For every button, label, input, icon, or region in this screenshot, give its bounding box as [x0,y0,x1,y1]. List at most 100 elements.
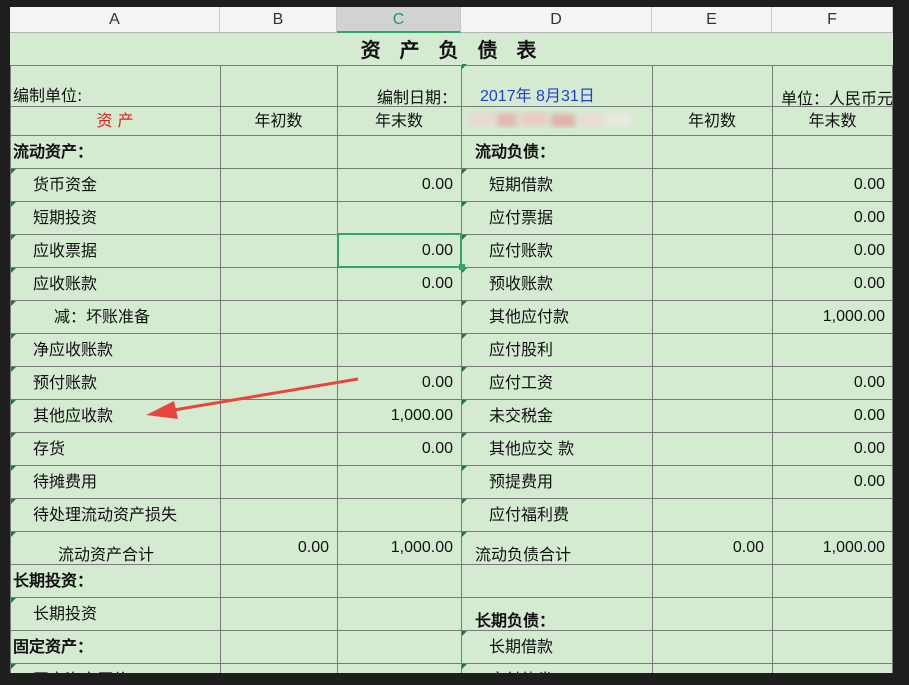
liability-begin-value[interactable] [652,465,772,498]
end-header-2[interactable]: 年末数 [772,106,893,135]
liability-item-label[interactable]: 应付股利 [489,333,652,366]
liability-begin-value[interactable] [652,564,772,597]
asset-end-value[interactable] [337,498,461,531]
liability-begin-value[interactable] [652,663,772,673]
asset-begin-value[interactable] [220,201,337,234]
asset-item-label[interactable]: 固定资产原价 [33,663,220,673]
asset-item-label[interactable]: 存货 [33,432,220,465]
liability-begin-value[interactable] [652,168,772,201]
asset-begin-value[interactable] [220,168,337,201]
liability-begin-value[interactable] [652,201,772,234]
asset-item-label[interactable]: 短期投资 [33,201,220,234]
asset-end-value[interactable]: 1,000.00 [337,531,461,564]
asset-item-label[interactable]: 长期投资 [33,597,220,630]
liability-begin-value[interactable]: 0.00 [652,531,772,564]
liability-end-value[interactable]: 0.00 [772,366,893,399]
asset-end-value[interactable]: 0.00 [337,432,461,465]
spreadsheet-grid[interactable]: ABCDEF资 产 负 债 表编制单位: 编制日期： 2017年 8月31日 单位：人… [10,7,893,673]
asset-begin-value[interactable] [220,597,337,630]
column-header-b[interactable]: B [220,7,337,33]
date-label[interactable]: 编制日期： [337,65,461,107]
date-value[interactable]: 2017年 8月31日 [480,65,650,106]
end-header[interactable]: 年末数 [337,106,461,135]
liability-item-label[interactable]: 应付账款 [489,234,652,267]
asset-item-label[interactable]: 应收账款 [33,267,220,300]
asset-end-value[interactable] [337,597,461,630]
liability-item-label[interactable] [489,564,652,597]
liability-end-value[interactable] [772,564,893,597]
asset-end-value[interactable] [337,201,461,234]
asset-item-label[interactable]: 净应收账款 [33,333,220,366]
liability-end-value[interactable] [772,630,893,663]
liability-begin-value[interactable] [652,630,772,663]
asset-end-value[interactable] [337,333,461,366]
liability-begin-value[interactable] [652,432,772,465]
asset-end-value[interactable]: 0.00 [337,663,461,673]
asset-begin-value[interactable] [220,135,337,168]
asset-item-label[interactable]: 待摊费用 [33,465,220,498]
asset-begin-value[interactable] [220,300,337,333]
liability-end-value[interactable] [772,135,893,168]
liability-item-label[interactable]: 应付工资 [489,366,652,399]
fill-handle[interactable] [459,264,465,270]
liability-end-value[interactable]: 1,000.00 [772,531,893,564]
liability-end-value[interactable]: 0.00 [772,432,893,465]
sheet-title[interactable]: 资 产 负 债 表 [10,33,893,65]
column-header-c[interactable]: C [337,7,461,33]
liability-begin-value[interactable] [652,333,772,366]
liability-end-value[interactable] [772,597,893,630]
liability-end-value[interactable]: 0.00 [772,267,893,300]
liability-begin-value[interactable] [652,498,772,531]
asset-end-value[interactable] [337,300,461,333]
liability-item-label[interactable]: 流动负债合计 [475,531,638,564]
asset-end-value[interactable]: 0.00 [337,168,461,201]
liability-end-value[interactable]: 0.00 [772,234,893,267]
liability-end-value[interactable]: 0.00 [772,168,893,201]
liability-end-value[interactable] [772,333,893,366]
section-label[interactable]: 长期投资： [13,564,220,597]
section-label[interactable]: 长期负债： [475,597,652,630]
column-header-e[interactable]: E [652,7,772,33]
liability-end-value[interactable]: 0.00 [772,399,893,432]
column-header-a[interactable]: A [10,7,220,33]
asset-end-value[interactable] [337,465,461,498]
section-label[interactable]: 流动资产： [13,135,220,168]
asset-item-label[interactable]: 待处理流动资产损失 [33,498,220,531]
column-header-f[interactable]: F [772,7,893,33]
liability-item-label[interactable]: 长期借款 [489,630,652,663]
asset-begin-value[interactable] [220,663,337,673]
section-label[interactable]: 流动负债： [475,135,652,168]
column-header-d[interactable]: D [461,7,652,33]
asset-begin-value[interactable] [220,234,337,267]
asset-begin-value[interactable] [220,630,337,663]
asset-begin-value[interactable]: 0.00 [220,531,337,564]
section-label[interactable]: 固定资产： [13,630,220,663]
liability-item-label[interactable]: 其他应付款 [489,300,652,333]
liability-item-label[interactable]: 应付票据 [489,201,652,234]
liability-end-value[interactable]: 0.00 [772,465,893,498]
liability-end-value[interactable] [772,663,893,673]
asset-end-value[interactable]: 0.00 [337,267,461,300]
asset-begin-value[interactable] [220,564,337,597]
asset-begin-value[interactable] [220,465,337,498]
liability-begin-value[interactable] [652,597,772,630]
asset-item-label[interactable]: 流动资产合计 [58,531,220,564]
assets-header[interactable]: 资 产 [10,106,220,135]
asset-item-label[interactable]: 减：坏账准备 [54,300,220,333]
selected-cell[interactable] [337,233,462,268]
liability-begin-value[interactable] [652,135,772,168]
asset-begin-value[interactable] [220,333,337,366]
liability-item-label[interactable]: 应付债券 [489,663,652,673]
liability-end-value[interactable]: 0.00 [772,201,893,234]
liability-item-label[interactable]: 应付福利费 [489,498,652,531]
asset-begin-value[interactable] [220,432,337,465]
asset-item-label[interactable]: 货币资金 [33,168,220,201]
liability-end-value[interactable] [772,498,893,531]
liability-begin-value[interactable] [652,300,772,333]
liability-begin-value[interactable] [652,399,772,432]
liability-item-label[interactable]: 预提费用 [489,465,652,498]
asset-begin-value[interactable] [220,267,337,300]
asset-end-value[interactable] [337,135,461,168]
asset-item-label[interactable]: 应收票据 [33,234,220,267]
asset-end-value[interactable] [337,564,461,597]
